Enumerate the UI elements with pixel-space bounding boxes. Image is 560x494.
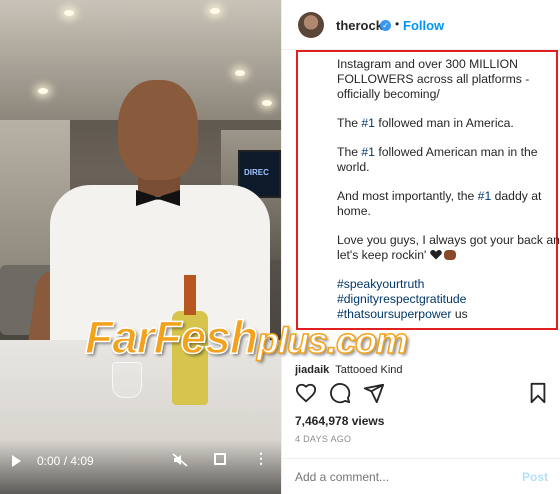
wine-glass — [112, 362, 142, 398]
caption-paragraph: The #1 followed man in America. — [337, 116, 560, 131]
video-player[interactable]: DIREC 0:00 / 4:09 ⋮ — [0, 0, 281, 494]
caption-text: The — [337, 116, 362, 130]
mute-icon[interactable] — [172, 452, 188, 471]
avatar[interactable] — [298, 12, 324, 38]
hashtag-link[interactable]: #1 — [361, 145, 375, 159]
watermark-suffix: plus.com — [256, 319, 409, 362]
comment-input[interactable] — [295, 470, 495, 484]
fist-bump-icon — [443, 250, 456, 260]
username[interactable]: therock — [336, 18, 383, 33]
watermark-main: FarFesh — [84, 310, 258, 364]
caption-text: followed man in America. — [374, 116, 514, 130]
post-caption: Instagram and over 300 MILLION FOLLOWERS… — [337, 57, 560, 322]
caption-paragraph: Instagram and over 300 MILLION FOLLOWERS… — [337, 57, 530, 101]
play-icon[interactable] — [12, 455, 21, 467]
instagram-post-view: DIREC 0:00 / 4:09 ⋮ therock ✓ • Follow I… — [0, 0, 560, 494]
caption-text: The — [337, 145, 362, 159]
speaker-muted-icon — [172, 453, 188, 467]
bottle-neck — [184, 275, 196, 315]
hashtag-link[interactable]: #dignityrespectgratitude — [337, 292, 466, 306]
post-button[interactable]: Post — [522, 470, 548, 484]
action-bar — [281, 382, 560, 412]
verified-badge-icon: ✓ — [380, 20, 391, 31]
video-controls: 0:00 / 4:09 ⋮ — [0, 440, 281, 494]
caption-paragraph: The #1 followed American man in the worl… — [337, 145, 560, 175]
view-count[interactable]: 7,464,978 views — [295, 414, 384, 428]
caption-text: us — [451, 307, 468, 321]
heart-icon[interactable] — [295, 382, 317, 404]
comment-text: Tattooed Kind — [335, 364, 403, 376]
comment-user[interactable]: jiadaik — [295, 364, 329, 376]
head — [118, 80, 198, 180]
add-comment-bar: Post — [281, 458, 560, 494]
separator-dot: • — [395, 17, 400, 31]
comment-item: jiadaik Tattooed Kind — [295, 364, 555, 376]
hashtag-link[interactable]: #1 — [361, 116, 375, 130]
ceiling-light — [235, 70, 245, 76]
post-header: therock ✓ • Follow — [282, 0, 560, 50]
comment-icon[interactable] — [329, 382, 351, 404]
watermark-logo: FarFeshplus.com — [84, 310, 409, 364]
ceiling-light — [64, 10, 74, 16]
fullscreen-icon[interactable] — [214, 453, 226, 465]
post-timestamp[interactable]: 4 DAYS AGO — [295, 434, 351, 444]
hashtag-link[interactable]: #speakyourtruth — [337, 277, 424, 291]
black-heart-icon — [429, 250, 442, 260]
more-options-icon[interactable]: ⋮ — [254, 450, 268, 467]
hashtag-link[interactable]: #1 — [478, 189, 492, 203]
follow-button[interactable]: Follow — [403, 18, 444, 33]
caption-text: And most importantly, the — [337, 189, 478, 203]
share-icon[interactable] — [363, 382, 385, 404]
caption-paragraph: And most importantly, the #1 daddy at ho… — [337, 189, 560, 219]
video-time: 0:00 / 4:09 — [37, 454, 94, 468]
bookmark-icon[interactable] — [527, 382, 549, 404]
caption-paragraph: Love you guys, I always got your back an… — [337, 233, 560, 263]
ceiling-light — [210, 8, 220, 14]
